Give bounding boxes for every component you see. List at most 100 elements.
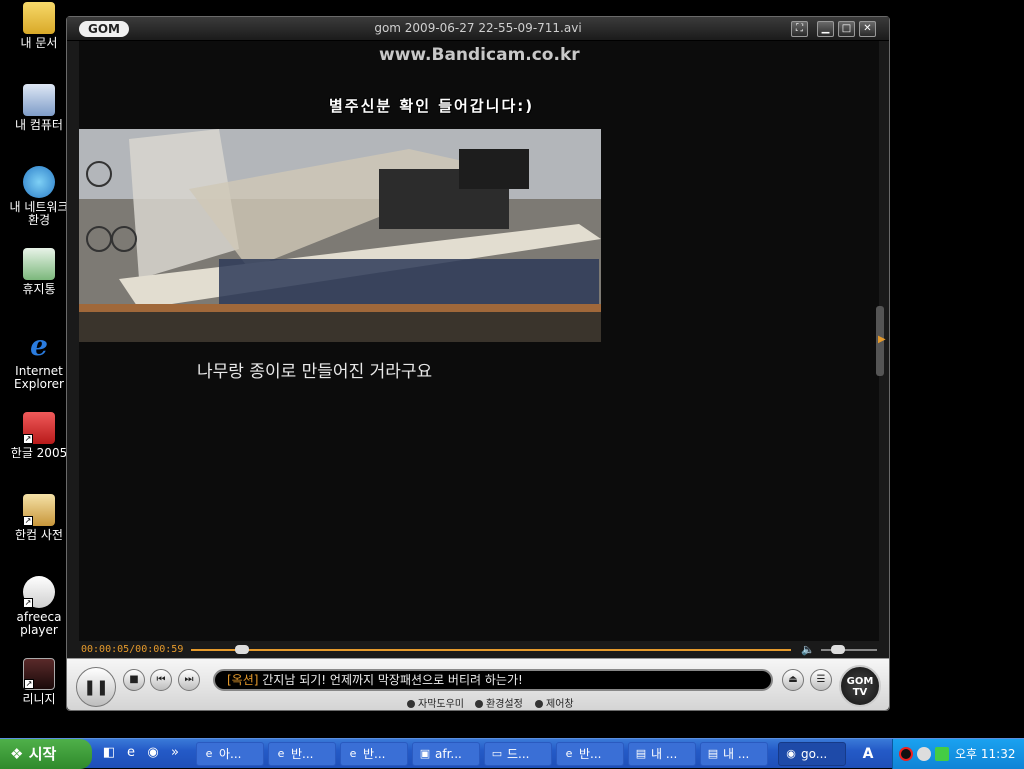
pause-icon: ❚❚ — [83, 678, 109, 696]
afreeca-icon: ↗ — [23, 576, 55, 608]
desktop-icon-label: 한컴 사전 — [15, 528, 63, 542]
gomtv-label-tv: TV — [852, 687, 868, 698]
taskbar: ❖ 시작 ◧ e ◉» e 아... e 반... e 반... ▣ afr... ▭ 드..… — [0, 738, 1024, 769]
desktop-icon-my-documents[interactable]: 내 문서 — [4, 2, 74, 50]
desktop-icon-label: 리니지 — [22, 692, 56, 706]
desktop-icon-internet-explorer[interactable]: e Internet Explorer — [4, 330, 74, 391]
minimize-icon[interactable]: ▁ — [817, 21, 834, 37]
messenger-icon[interactable] — [935, 747, 949, 761]
sound-icon[interactable] — [917, 747, 931, 761]
stop-button[interactable]: ■ — [123, 669, 145, 691]
desktop-icon-my-computer[interactable]: 내 컴퓨터 — [4, 84, 74, 132]
ticker-tag: [옥션] — [227, 673, 259, 687]
volume-handle[interactable] — [830, 645, 845, 654]
bandicam-watermark: www.Bandicam.co.kr — [379, 45, 580, 65]
task-label: 반... — [363, 747, 386, 761]
desktop-icon-afreeca-player[interactable]: ↗ afreeca player — [4, 576, 74, 637]
taskbar-item[interactable]: e 반... — [340, 742, 408, 766]
taskbar-item[interactable]: e 반... — [556, 742, 624, 766]
ad-ticker[interactable]: [옥션] 간지남 되기! 언제까지 막장패션으로 버티려 하는가! — [213, 669, 773, 691]
seek-row: 00:00:05/00:00:59 🔈 — [79, 643, 879, 657]
lineage-icon: ↗ — [23, 658, 55, 690]
control-window-link[interactable]: 제어창 — [535, 695, 574, 710]
video-subtitle: 나무랑 종이로 만들어진 거라구요 — [197, 362, 433, 382]
ie-icon: e — [349, 747, 357, 760]
windows-logo-icon: ❖ — [10, 745, 24, 763]
desktop-icon-hangul-2005[interactable]: ↗ 한글 2005 — [4, 412, 74, 460]
previous-button[interactable]: ⏮ — [150, 669, 172, 691]
folder-icon — [23, 2, 55, 34]
desktop: 내 문서 내 컴퓨터 내 네트워크 환경 휴지통 e Internet Expl… — [0, 0, 1024, 738]
next-button[interactable]: ⏭ — [178, 669, 200, 691]
taskbar-item[interactable]: e 반... — [268, 742, 336, 766]
ie-icon[interactable]: e — [122, 744, 140, 762]
hangul-icon: ↗ — [23, 412, 55, 444]
gom-icon: ◉ — [786, 747, 796, 760]
playlist-button[interactable]: ☰ — [810, 669, 832, 691]
desktop-show-icon[interactable]: ◧ — [100, 744, 118, 762]
ie-icon: e — [277, 747, 285, 760]
start-button[interactable]: ❖ 시작 — [0, 739, 92, 769]
computer-icon — [23, 84, 55, 116]
video-area[interactable]: www.Bandicam.co.kr 별주신분 확인 들어갑니다:) 나무랑 종… — [79, 41, 879, 641]
desktop-icon-recycle-bin[interactable]: 휴지통 — [4, 248, 74, 296]
document-icon: ▤ — [635, 747, 647, 760]
ie-icon: e — [565, 747, 573, 760]
gomtv-label: GOM — [846, 676, 874, 687]
bullet-icon — [407, 700, 415, 708]
desktop-icon-network[interactable]: 내 네트워크 환경 — [4, 166, 74, 227]
volume-slider[interactable] — [821, 649, 877, 651]
shortcut-arrow-icon: ↗ — [23, 434, 33, 444]
stop-icon: ■ — [129, 674, 139, 685]
clock[interactable]: 오후 11:32 — [955, 739, 1015, 769]
seek-bar[interactable] — [191, 649, 791, 651]
timecode: 00:00:05/00:00:59 — [81, 644, 184, 655]
taskbar-item[interactable]: ▤ 내 ... — [700, 742, 768, 766]
settings-link[interactable]: 환경설정 — [475, 695, 523, 710]
desktop-icon-label: 내 네트워크 환경 — [9, 200, 69, 227]
task-label: afr... — [435, 747, 462, 761]
language-indicator[interactable]: A — [858, 743, 878, 765]
fullscreen-icon[interactable]: ⛶ — [791, 21, 808, 37]
taskbar-item-active[interactable]: ◉ go... — [778, 742, 846, 766]
shortcut-arrow-icon: ↗ — [23, 598, 33, 608]
desktop-icon-hancom-dictionary[interactable]: ↗ 한컴 사전 — [4, 494, 74, 542]
record-icon[interactable] — [899, 747, 913, 761]
gom-icon[interactable]: ◉ — [144, 744, 162, 762]
gomtv-button[interactable]: GOM TV — [839, 665, 881, 707]
maximize-icon[interactable]: □ — [838, 21, 855, 37]
desktop-icon-label: 한글 2005 — [10, 446, 68, 460]
volume-icon[interactable]: 🔈 — [801, 643, 815, 656]
ie-icon: e — [30, 329, 48, 362]
bullet-icon — [535, 700, 543, 708]
video-frame-image — [79, 129, 601, 342]
chevron-right-icon[interactable]: ▶ — [878, 334, 886, 345]
link-label: 제어창 — [546, 699, 574, 710]
desktop-icon-label: 내 문서 — [20, 36, 58, 50]
folder-icon: ▭ — [491, 747, 503, 760]
window-title: gom 2009-06-27 22-55-09-711.avi — [374, 21, 582, 35]
player-titlebar[interactable]: GOM gom 2009-06-27 22-55-09-711.avi ⛶ ▁ … — [67, 17, 889, 41]
taskbar-item[interactable]: e 아... — [196, 742, 264, 766]
taskbar-item[interactable]: ▣ afr... — [412, 742, 480, 766]
museum-aircraft-scene — [79, 129, 601, 342]
ticker-text: 간지남 되기! 언제까지 막장패션으로 버티려 하는가! — [258, 673, 523, 687]
gom-player-window[interactable]: GOM gom 2009-06-27 22-55-09-711.avi ⛶ ▁ … — [66, 16, 890, 711]
task-label: 드... — [507, 747, 530, 761]
system-tray: 오후 11:32 — [892, 739, 1024, 769]
subtitle-helper-link[interactable]: 자막도우미 — [407, 695, 464, 710]
open-file-button[interactable]: ⏏ — [782, 669, 804, 691]
chevron-more-icon[interactable]: » — [166, 744, 184, 762]
taskbar-item[interactable]: ▭ 드... — [484, 742, 552, 766]
seek-handle[interactable] — [235, 645, 249, 654]
close-icon[interactable]: ✕ — [859, 21, 876, 37]
menu-icon: ☰ — [816, 674, 826, 685]
video-caption-top: 별주신분 확인 들어갑니다:) — [329, 97, 535, 115]
quick-launch: ◧ e ◉» — [100, 744, 192, 764]
taskbar-item[interactable]: ▤ 내 ... — [628, 742, 696, 766]
pause-button[interactable]: ❚❚ — [76, 667, 116, 707]
link-label: 환경설정 — [486, 699, 523, 710]
desktop-icon-lineage[interactable]: ↗ 리니지 — [4, 658, 74, 706]
bullet-icon — [475, 700, 483, 708]
task-label: 아... — [219, 747, 242, 761]
